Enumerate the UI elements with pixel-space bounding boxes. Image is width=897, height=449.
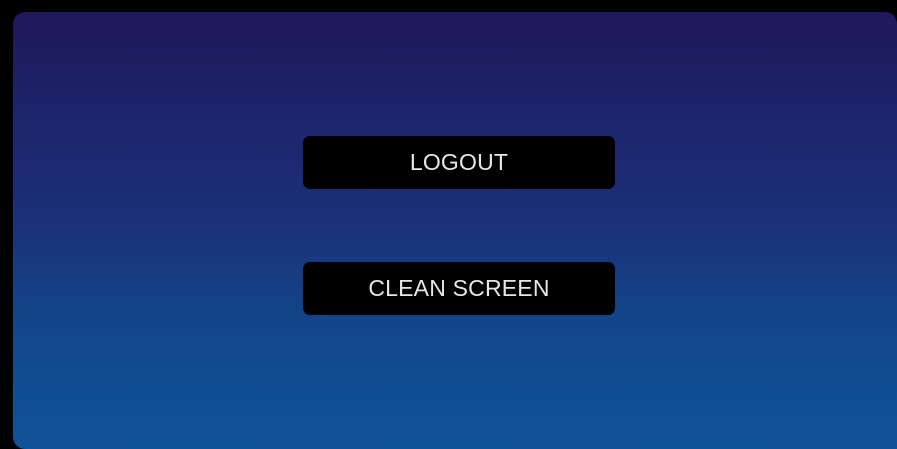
app-frame: LOGOUT CLEAN SCREEN: [0, 0, 897, 449]
clean-screen-button[interactable]: CLEAN SCREEN: [303, 262, 615, 315]
logout-button[interactable]: LOGOUT: [303, 136, 615, 189]
action-panel: LOGOUT CLEAN SCREEN: [13, 12, 897, 449]
